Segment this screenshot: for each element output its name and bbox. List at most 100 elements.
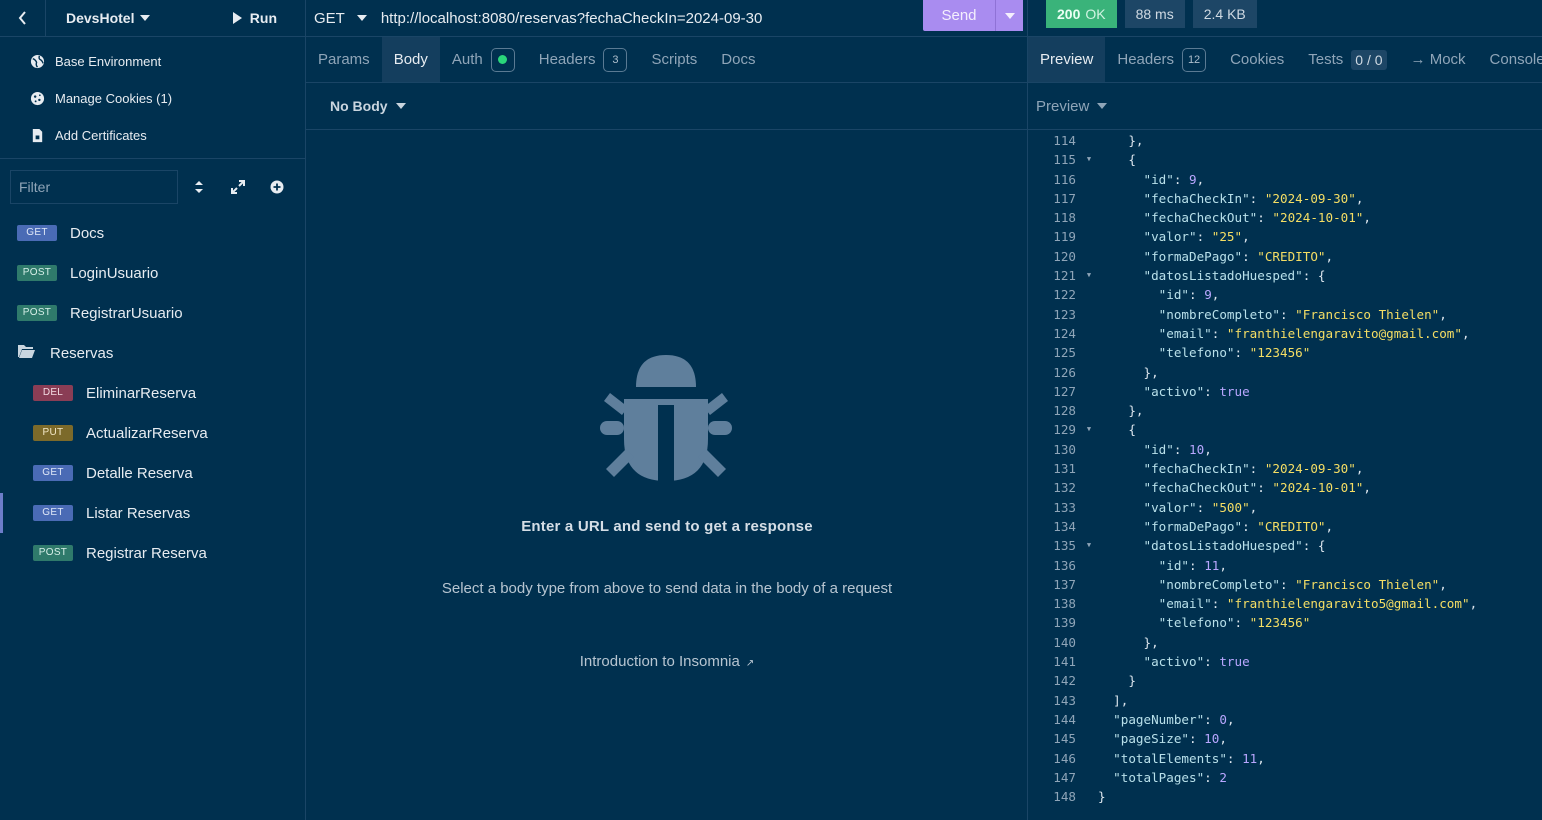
manage-cookies-label: Manage Cookies (1) [55,91,173,106]
tab-label: Tests [1308,51,1344,68]
list-item[interactable]: DEL EliminarReserva [0,373,305,413]
tab-label: Scripts [651,51,698,68]
preview-mode-selector[interactable]: Preview [1028,83,1542,130]
line-number: 124 [1053,325,1076,341]
tab-scripts[interactable]: Scripts [639,37,709,82]
intro-link-label: Introduction to Insomnia [579,653,740,670]
code-line: 145 "pageSize": 10, [1028,729,1542,748]
tab-auth[interactable]: Auth [440,37,527,82]
expand-all-button[interactable] [220,170,256,204]
list-item[interactable]: POST RegistrarUsuario [0,293,305,333]
code-text: "fechaCheckIn": "2024-09-30", [1143,461,1364,477]
add-certificates-item[interactable]: Add Certificates [0,117,305,154]
fold-gutter [1080,305,1098,324]
send-button[interactable]: Send [923,0,1023,31]
code-line: 144 "pageNumber": 0, [1028,710,1542,729]
list-item[interactable]: PUT ActualizarReserva [0,413,305,453]
code-text: "activo": true [1143,383,1250,399]
method-selector[interactable]: GET [314,10,367,27]
external-link-icon: ↗ [745,658,755,669]
preview-mode-label: Preview [1036,97,1090,115]
request-tabs: Params Body Auth Headers 3 Scripts Docs [306,37,1027,83]
tab-mock[interactable]: → Mock [1399,37,1478,82]
code-text: "nombreCompleto": "Francisco Thielen", [1158,576,1447,592]
back-button[interactable] [0,0,46,37]
chevron-left-icon [18,11,26,25]
list-item[interactable]: GET Detalle Reserva [0,453,305,493]
fold-gutter [1080,459,1098,478]
folder-reservas[interactable]: Reservas [0,333,305,373]
code-line: 126 }, [1028,363,1542,382]
fold-toggle-icon[interactable]: ▼ [1080,150,1098,169]
code-text: "datosListadoHuesped": { [1143,538,1326,554]
base-environment-item[interactable]: Base Environment [0,43,305,80]
fold-toggle-icon[interactable]: ▼ [1080,536,1098,555]
code-line: 136 "id": 11, [1028,556,1542,575]
tab-label: Params [318,51,370,68]
fold-gutter [1080,613,1098,632]
response-body-viewer[interactable]: 114 }, 115 ▼ {116 "id": 9, 117 "fechaCheckI… [1028,131,1542,806]
fold-gutter [1080,652,1098,671]
line-number: 147 [1053,769,1076,785]
sort-icon [195,181,203,193]
line-number: 137 [1053,576,1076,592]
workspace-switcher[interactable]: DevsHotel [66,10,151,26]
tab-body[interactable]: Body [381,37,440,82]
code-text: "valor": "25", [1143,229,1250,245]
tab-label: Console [1489,51,1542,68]
line-number: 145 [1053,731,1076,747]
tab-tests[interactable]: Tests 0 / 0 [1296,37,1398,82]
method-badge: POST [17,265,57,281]
tab-headers[interactable]: Headers 3 [527,37,640,82]
add-item-button[interactable] [259,170,295,204]
tab-cookies[interactable]: Cookies [1218,37,1296,82]
code-text: "formaDePago": "CREDITO", [1143,518,1334,534]
url-input[interactable] [380,3,921,33]
empty-state-title: Enter a URL and send to get a response [521,518,813,535]
method-badge: GET [33,505,73,521]
code-text: "pageNumber": 0, [1113,711,1235,727]
list-item-active[interactable]: GET Listar Reservas [0,493,305,533]
sidebar-header: DevsHotel Run [0,0,305,37]
code-line: 135 ▼ "datosListadoHuesped": { [1028,536,1542,555]
empty-state: Enter a URL and send to get a response S… [306,130,1028,820]
tab-label: Body [393,51,428,68]
code-line: 141 "activo": true [1028,652,1542,671]
body-type-selector[interactable]: No Body [306,83,1027,130]
code-line: 137 "nombreCompleto": "Francisco Thielen… [1028,575,1542,594]
send-label: Send [941,7,977,24]
run-button[interactable]: Run [232,10,277,26]
code-line: 147 "totalPages": 2 [1028,768,1542,787]
fold-gutter [1080,478,1098,497]
list-item[interactable]: GET Docs [0,213,305,253]
list-item[interactable]: POST Registrar Reserva [0,533,305,573]
code-text: "totalPages": 2 [1113,769,1227,785]
globe-icon [30,54,45,69]
line-number: 130 [1053,441,1076,457]
fold-gutter [1080,285,1098,304]
tab-console[interactable]: Console [1478,37,1542,82]
send-options-button[interactable] [995,0,1023,31]
tab-docs[interactable]: Docs [709,37,767,82]
request-name: Listar Reservas [86,504,191,522]
manage-cookies-item[interactable]: Manage Cookies (1) [0,80,305,117]
tests-count-badge: 0 / 0 [1351,49,1387,70]
base-environment-label: Base Environment [55,54,162,69]
line-number: 132 [1053,480,1076,496]
line-number: 142 [1053,673,1076,689]
intro-link[interactable]: Introduction to Insomnia ↗ [306,653,1028,670]
code-line: 118 "fechaCheckOut": "2024-10-01", [1028,208,1542,227]
fold-gutter [1080,401,1098,420]
list-item[interactable]: POST LoginUsuario [0,253,305,293]
sort-button[interactable] [181,170,217,204]
request-pane: GET Send Params Body Auth Headers 3 Scri… [306,0,1028,820]
fold-toggle-icon[interactable]: ▼ [1080,420,1098,439]
tab-params[interactable]: Params [306,37,382,82]
tab-response-headers[interactable]: Headers 12 [1105,37,1218,82]
caret-down-icon [1097,103,1108,109]
tab-preview[interactable]: Preview [1028,37,1106,82]
filter-input[interactable] [10,170,178,204]
fold-toggle-icon[interactable]: ▼ [1080,266,1098,285]
tab-label: Auth [451,51,483,68]
fold-gutter [1080,691,1098,710]
